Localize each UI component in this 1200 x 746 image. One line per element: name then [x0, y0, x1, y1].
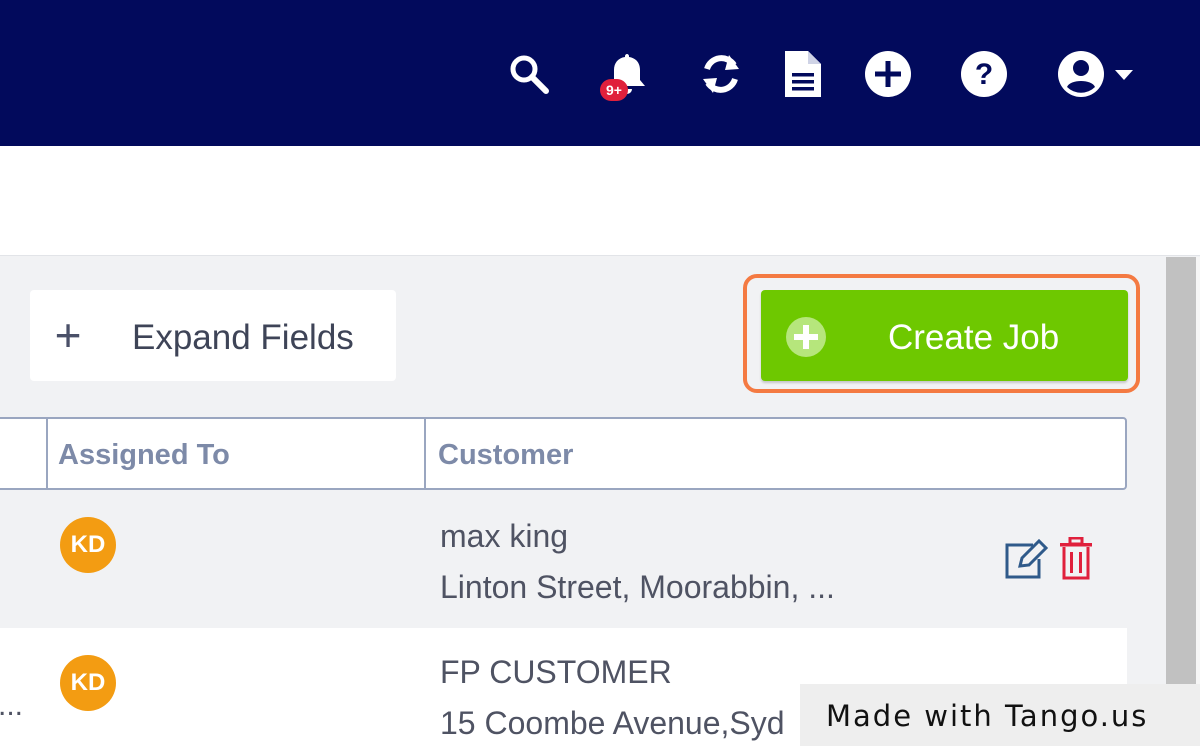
customer-name: FP CUSTOMER: [440, 654, 672, 690]
plus-icon: +: [54, 309, 82, 361]
plus-circle-icon[interactable]: [862, 48, 914, 100]
add-circle-icon: [786, 317, 826, 357]
customer-name: max king: [440, 518, 569, 554]
caret-down-icon: [1115, 70, 1133, 80]
scrollbar-thumb[interactable]: [1166, 257, 1196, 687]
edit-icon[interactable]: [1003, 538, 1049, 586]
help-icon[interactable]: ?: [958, 48, 1010, 100]
truncated-cell: ...: [0, 689, 24, 722]
table-row[interactable]: [0, 491, 1127, 628]
user-menu[interactable]: [1056, 48, 1140, 100]
sync-icon[interactable]: [697, 48, 745, 100]
expand-fields-label: Expand Fields: [132, 318, 354, 357]
search-icon[interactable]: [505, 48, 553, 100]
bell-icon[interactable]: 9+: [600, 48, 654, 101]
user-icon: [1058, 51, 1133, 97]
svg-text:?: ?: [975, 58, 993, 91]
document-icon[interactable]: [780, 48, 826, 100]
customer-address: Linton Street, Moorabbin, ...: [440, 569, 835, 605]
create-job-label: Create Job: [888, 318, 1060, 357]
sub-header: [0, 146, 1200, 256]
trash-icon[interactable]: [1058, 536, 1094, 586]
column-header-assigned-to[interactable]: Assigned To: [58, 438, 230, 472]
watermark-text: Made with Tango.us: [826, 699, 1149, 733]
column-divider: [46, 419, 48, 489]
customer-address: 15 Coombe Avenue,Syd: [440, 705, 785, 741]
column-header-customer[interactable]: Customer: [438, 438, 573, 472]
notification-badge: 9+: [600, 79, 628, 101]
avatar: KD: [60, 655, 116, 711]
avatar: KD: [60, 517, 116, 573]
column-divider: [424, 419, 426, 489]
